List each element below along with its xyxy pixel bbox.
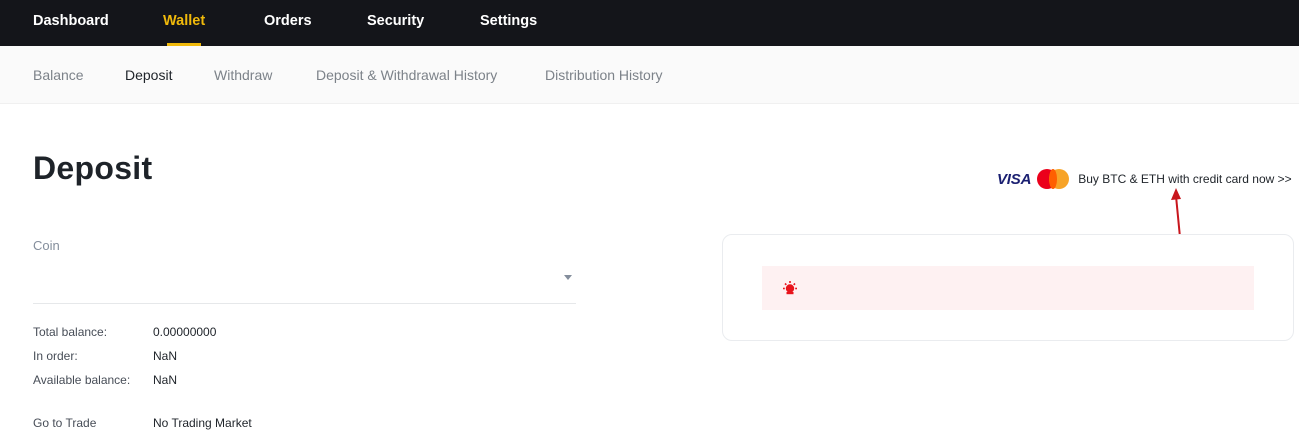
mastercard-logo xyxy=(1037,169,1070,189)
topnav-security[interactable]: Security xyxy=(367,0,424,46)
visa-logo: VISA xyxy=(997,170,1032,188)
in-order-label: In order: xyxy=(33,349,78,363)
topnav-dashboard[interactable]: Dashboard xyxy=(33,0,109,46)
go-to-trade-row: Go to Trade No Trading Market xyxy=(33,414,333,432)
subnav-deposit[interactable]: Deposit xyxy=(125,46,172,104)
topnav-orders[interactable]: Orders xyxy=(264,0,312,46)
available-balance-value: NaN xyxy=(153,373,178,387)
subnav-deposit-withdrawal-history[interactable]: Deposit & Withdrawal History xyxy=(316,46,497,104)
total-balance-label: Total balance: xyxy=(33,325,108,339)
deposit-alert-bar xyxy=(762,266,1254,310)
subnav-withdraw[interactable]: Withdraw xyxy=(214,46,272,104)
page-title: Deposit xyxy=(33,150,153,186)
go-to-trade-label: Go to Trade xyxy=(33,416,97,430)
available-balance-row: Available balance: NaN xyxy=(33,371,333,389)
chevron-down-icon[interactable] xyxy=(564,275,572,280)
available-balance-label: Available balance: xyxy=(33,373,131,387)
subnav-distribution-history[interactable]: Distribution History xyxy=(545,46,662,104)
total-balance-value: 0.00000000 xyxy=(153,325,217,339)
buy-with-credit-card-link[interactable]: VISA Buy BTC & ETH with credit card now … xyxy=(997,168,1292,190)
in-order-row: In order: NaN xyxy=(33,347,333,365)
alert-icon xyxy=(783,281,797,295)
coin-label: Coin xyxy=(33,238,60,253)
coin-select[interactable] xyxy=(33,262,576,304)
wallet-subnav: Balance Deposit Withdraw Deposit & Withd… xyxy=(0,46,1299,104)
total-balance-row: Total balance: 0.00000000 xyxy=(33,323,333,341)
top-navigation: Dashboard Wallet Orders Security Setting… xyxy=(0,0,1299,46)
trading-market-value[interactable]: No Trading Market xyxy=(153,414,252,432)
topnav-settings[interactable]: Settings xyxy=(480,0,537,46)
in-order-value: NaN xyxy=(153,349,178,363)
buy-crypto-link-text[interactable]: Buy BTC & ETH with credit card now >> xyxy=(1078,172,1291,186)
topnav-wallet[interactable]: Wallet xyxy=(163,0,205,46)
subnav-balance[interactable]: Balance xyxy=(33,46,84,104)
